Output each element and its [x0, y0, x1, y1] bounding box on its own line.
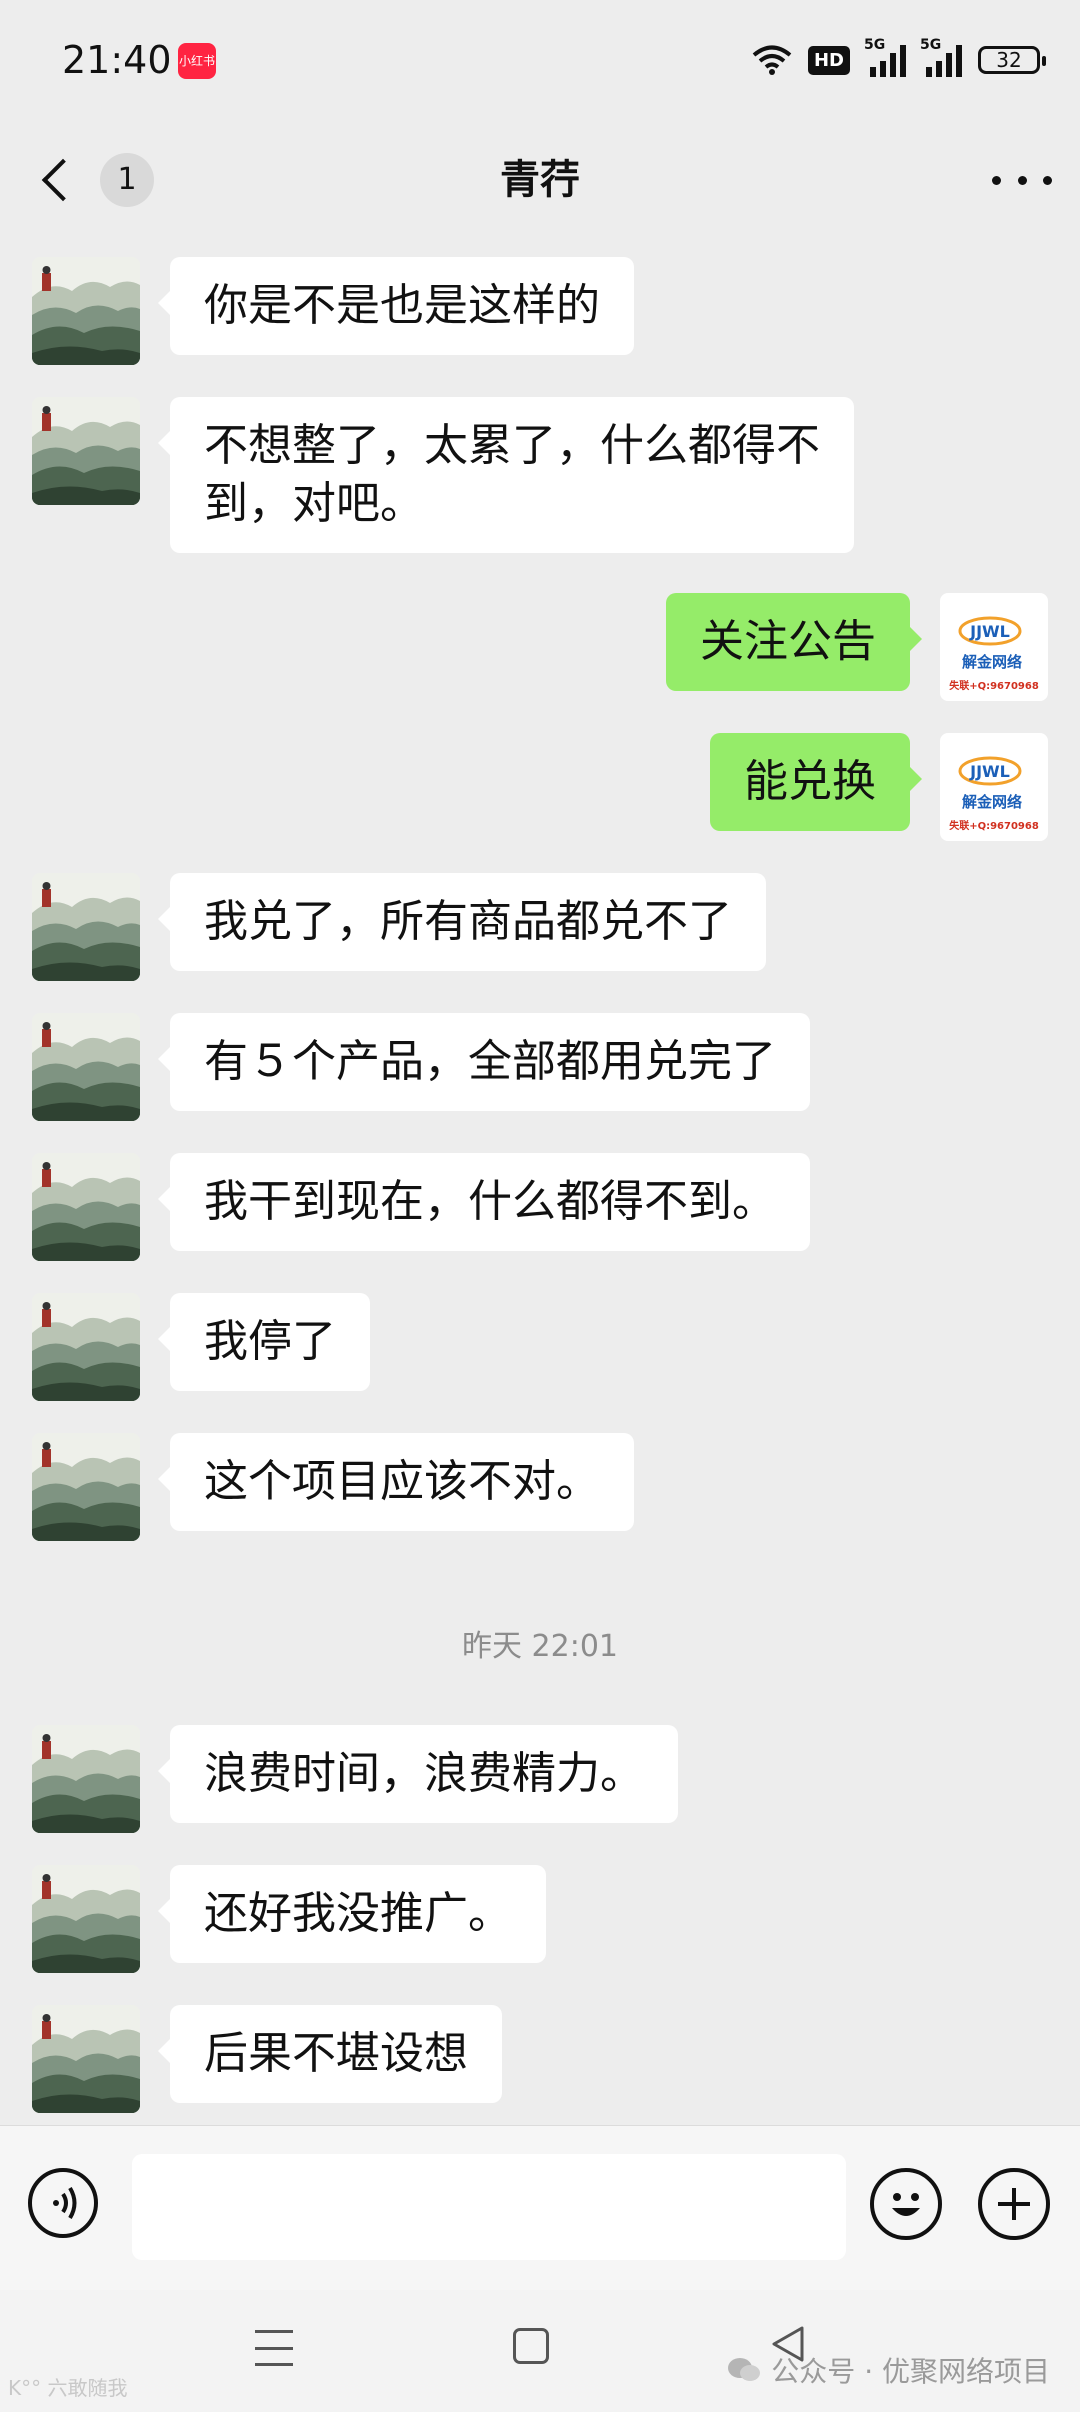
message-bubble-received[interactable]: 你是不是也是这样的: [158, 257, 634, 355]
chat-title: 青荇: [500, 157, 580, 203]
logo-name: 解金网络: [962, 793, 1022, 811]
logo-text: JJWL: [969, 622, 1010, 641]
watermark-left: K°° 六敢随我: [8, 2376, 128, 2400]
message-bubble-received[interactable]: 浪费时间，浪费精力。: [158, 1725, 678, 1823]
contact-avatar[interactable]: [32, 2005, 140, 2113]
message-timestamp: 昨天 22:01: [462, 1629, 618, 1664]
watermark-right: 公众号 · 优聚网络项目: [727, 2350, 1050, 2390]
message-bubble-received[interactable]: 还好我没推广。: [158, 1865, 546, 1963]
message-list[interactable]: 你是不是也是这样的 不想整了，太累了，什么都得不 到，对吧。 JJWL 解金网络…: [0, 235, 1080, 2125]
contact-avatar[interactable]: [32, 1725, 140, 1833]
emoji-button[interactable]: [870, 2168, 942, 2240]
dot-icon: [1017, 175, 1027, 185]
logo-text: JJWL: [969, 762, 1010, 781]
my-avatar[interactable]: JJWL 解金网络 失联+Q:9670968: [940, 733, 1048, 841]
more-functions-button[interactable]: [978, 2168, 1050, 2240]
message-bubble-received[interactable]: 这个项目应该不对。: [158, 1433, 634, 1531]
contact-avatar[interactable]: [32, 257, 140, 365]
message-bubble-sent[interactable]: 关注公告: [666, 593, 922, 691]
message-bubble-sent[interactable]: 能兑换: [710, 733, 922, 831]
system-nav-bar: K°° 六敢随我 公众号 · 优聚网络项目: [0, 2290, 1080, 2412]
network-type-label: 5G: [864, 37, 886, 53]
status-bar: 21:40 小红书 HD 5G 5G 32: [0, 0, 1080, 125]
wechat-icon: [728, 2358, 761, 2381]
message-bubble-received[interactable]: 有５个产品，全部都用兑完了: [158, 1013, 810, 1111]
smiley-icon: [892, 2193, 920, 2216]
status-indicators: HD 5G 5G 32: [752, 37, 1046, 82]
my-avatar[interactable]: JJWL 解金网络 失联+Q:9670968: [940, 593, 1048, 701]
voice-icon: [53, 2186, 77, 2220]
logo-name: 解金网络: [962, 653, 1022, 671]
menu-line-icon: [255, 2363, 293, 2366]
signal-icon-sim1: 5G: [864, 37, 906, 77]
signal-icon-sim2: 5G: [920, 37, 962, 77]
contact-avatar[interactable]: [32, 397, 140, 505]
message-bubble-received[interactable]: 我干到现在，什么都得不到。: [158, 1153, 810, 1251]
chat-input-bar: [0, 2125, 1080, 2291]
home-button[interactable]: [513, 2328, 549, 2364]
dot-icon: [992, 175, 1001, 185]
message-bubble-received[interactable]: 后果不堪设想: [158, 2005, 502, 2103]
contact-avatar[interactable]: [32, 1013, 140, 1121]
logo-contact: 失联+Q:9670968: [949, 819, 1039, 832]
xiaohongshu-app-icon: 小红书: [178, 43, 216, 79]
contact-avatar[interactable]: [32, 873, 140, 981]
menu-line-icon: [255, 2346, 293, 2350]
recent-apps-button[interactable]: [255, 2330, 293, 2366]
voice-input-button[interactable]: [28, 2168, 98, 2238]
menu-line-icon: [255, 2330, 293, 2333]
message-bubble-received[interactable]: 我停了: [158, 1293, 370, 1391]
wifi-icon: [752, 45, 792, 75]
battery-icon: 32: [978, 46, 1046, 74]
contact-avatar[interactable]: [32, 1153, 140, 1261]
message-bubble-received[interactable]: 我兑了，所有商品都兑不了: [158, 873, 766, 971]
message-bubble-received[interactable]: 不想整了，太累了，什么都得不 到，对吧。: [158, 397, 854, 553]
watermark-text: 公众号 · 优聚网络项目: [771, 2355, 1050, 2388]
hd-voice-icon: HD: [807, 45, 850, 75]
contact-avatar[interactable]: [32, 1865, 140, 1973]
message-input[interactable]: [132, 2154, 846, 2260]
plus-icon: [998, 2188, 1030, 2220]
network-type-label: 5G: [920, 37, 942, 53]
dot-icon: [1043, 175, 1052, 185]
contact-avatar[interactable]: [32, 1293, 140, 1401]
status-time: 21:40: [62, 38, 172, 82]
logo-contact: 失联+Q:9670968: [949, 679, 1039, 692]
chat-header: 1 青荇: [0, 125, 1080, 235]
more-options-button[interactable]: [992, 155, 1052, 205]
contact-avatar[interactable]: [32, 1433, 140, 1541]
